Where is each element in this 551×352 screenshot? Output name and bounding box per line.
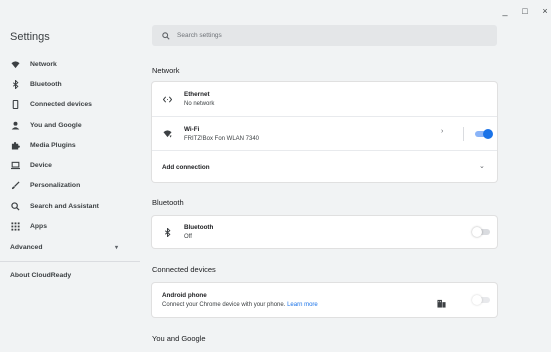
window-controls: _ □ × <box>499 6 551 16</box>
bluetooth-name: Bluetooth <box>184 224 214 231</box>
page-title: Settings <box>10 31 50 43</box>
sidebar-advanced[interactable]: Advanced ▾ <box>0 237 140 259</box>
sidebar-item-label: Media Plugins <box>30 141 76 149</box>
connected-devices-card: Android phone Connect your Chrome device… <box>152 283 497 317</box>
phone-icon <box>10 100 20 110</box>
close-button[interactable]: × <box>539 6 551 16</box>
sidebar-item-personalization[interactable]: Personalization <box>0 176 140 196</box>
chevron-right-icon[interactable]: › <box>441 128 443 135</box>
section-title-network: Network <box>152 66 180 75</box>
android-phone-name: Android phone <box>162 292 207 299</box>
bluetooth-icon <box>10 79 20 89</box>
bluetooth-toggle[interactable] <box>472 227 490 237</box>
sidebar-item-connected-devices[interactable]: Connected devices <box>0 95 140 115</box>
ethernet-name: Ethernet <box>184 91 210 98</box>
bluetooth-row[interactable]: Bluetooth Off <box>152 216 497 248</box>
ethernet-status: No network <box>184 101 215 107</box>
sidebar-item-label: Network <box>30 60 57 68</box>
android-phone-toggle[interactable] <box>472 295 490 305</box>
maximize-button[interactable]: □ <box>519 6 531 16</box>
toggle-knob <box>472 227 482 237</box>
toggle-knob <box>483 129 493 139</box>
search-placeholder: Search settings <box>177 32 222 39</box>
brush-icon <box>10 181 20 191</box>
sidebar-item-you-and-google[interactable]: You and Google <box>0 115 140 135</box>
wifi-name: Wi-Fi <box>184 125 200 133</box>
sidebar-divider <box>0 260 140 262</box>
sidebar-item-label: Device <box>30 162 52 170</box>
toggle-knob <box>472 295 482 305</box>
sidebar-item-network[interactable]: Network <box>0 54 140 74</box>
bluetooth-status: Off <box>184 234 192 240</box>
sidebar: Network Bluetooth Connected devices You … <box>0 54 140 286</box>
add-connection-row[interactable]: Add connection ⌄ <box>152 151 497 183</box>
section-title-you-and-google: You and Google <box>152 334 206 343</box>
laptop-icon <box>10 161 20 171</box>
sidebar-item-media-plugins[interactable]: Media Plugins <box>0 135 140 155</box>
wifi-toggle[interactable] <box>475 129 493 139</box>
android-phone-desc: Connect your Chrome device with your pho… <box>162 302 318 308</box>
sidebar-item-label: Search and Assistant <box>30 202 99 210</box>
sidebar-item-label: Apps <box>30 223 47 231</box>
chevron-down-icon[interactable]: ⌄ <box>479 162 485 170</box>
wifi-icon <box>10 59 20 69</box>
sidebar-item-label: Connected devices <box>30 101 92 109</box>
apps-grid-icon <box>10 222 20 232</box>
device-policy-icon <box>437 295 446 313</box>
section-title-bluetooth: Bluetooth <box>152 198 184 207</box>
wifi-status: FRITZ!Box Fon WLAN 7340 <box>184 135 260 142</box>
wifi-row[interactable]: Wi-Fi FRITZ!Box Fon WLAN 7340 › <box>152 117 497 150</box>
sidebar-item-device[interactable]: Device <box>0 155 140 175</box>
sidebar-item-apps[interactable]: Apps <box>0 216 140 236</box>
search-input[interactable]: Search settings <box>152 25 497 46</box>
wifi-icon <box>162 129 172 139</box>
sidebar-item-search-and-assistant[interactable]: Search and Assistant <box>0 196 140 216</box>
network-card: Ethernet No network Wi-Fi FRITZ!Box Fon … <box>152 82 497 182</box>
ethernet-icon <box>162 94 172 104</box>
sidebar-item-label: Bluetooth <box>30 80 62 88</box>
vertical-divider <box>463 127 464 141</box>
person-icon <box>10 120 20 130</box>
bluetooth-icon <box>162 227 172 237</box>
android-phone-desc-text: Connect your Chrome device with your pho… <box>162 302 286 308</box>
sidebar-item-bluetooth[interactable]: Bluetooth <box>0 74 140 94</box>
minimize-button[interactable]: _ <box>499 6 511 16</box>
sidebar-item-label: Personalization <box>30 182 81 190</box>
sidebar-item-label: You and Google <box>30 121 82 129</box>
android-phone-row[interactable]: Android phone Connect your Chrome device… <box>152 283 497 317</box>
bluetooth-card: Bluetooth Off <box>152 216 497 248</box>
add-connection-label: Add connection <box>162 163 210 171</box>
chevron-down-icon: ▾ <box>114 245 118 252</box>
learn-more-link[interactable]: Learn more <box>287 302 318 308</box>
sidebar-advanced-label: Advanced <box>10 244 43 252</box>
ethernet-row[interactable]: Ethernet No network <box>152 82 497 116</box>
search-icon <box>162 31 170 40</box>
search-icon <box>10 201 20 211</box>
section-title-connected-devices: Connected devices <box>152 265 216 274</box>
puzzle-icon <box>10 140 20 150</box>
sidebar-item-about[interactable]: About CloudReady <box>0 266 140 286</box>
